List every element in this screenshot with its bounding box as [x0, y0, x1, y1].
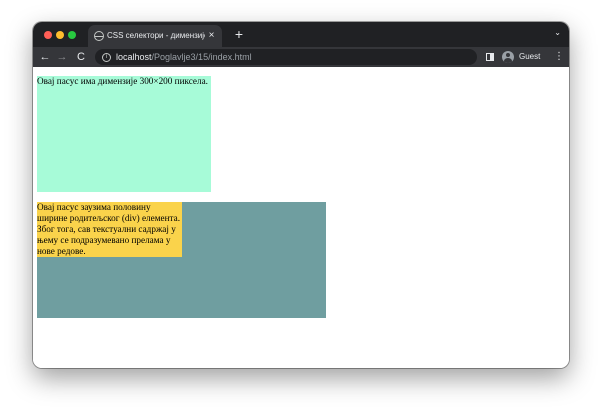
fixed-size-paragraph: Овај пасус има димензије 300×200 пиксела… — [37, 76, 211, 192]
browser-toolbar: ← → C i localhost/Poglavlje3/15/index.ht… — [33, 47, 569, 67]
url-host: localhost — [116, 52, 152, 62]
url-text[interactable]: localhost/Poglavlje3/15/index.html — [116, 52, 252, 62]
tab-active[interactable]: CSS селектори - димензије с × — [88, 25, 222, 47]
avatar-icon — [502, 51, 514, 63]
tab-title: CSS селектори - димензије с — [107, 31, 205, 40]
info-icon[interactable]: i — [102, 53, 111, 62]
new-tab-icon[interactable]: + — [232, 27, 246, 41]
side-panel-icon[interactable] — [486, 53, 494, 61]
tab-search-icon[interactable]: ⌄ — [554, 28, 561, 37]
url-path: /Poglavlje3/15/index.html — [151, 52, 252, 62]
more-icon[interactable]: ⋮ — [554, 50, 564, 64]
half-width-paragraph: Овај пасус заузима половину ширине родит… — [37, 202, 182, 257]
forward-icon[interactable]: → — [55, 50, 69, 64]
reload-icon[interactable]: C — [74, 50, 88, 64]
profile-button[interactable]: Guest — [499, 49, 547, 65]
tab-strip: CSS селектори - димензије с × + ⌄ — [33, 22, 569, 47]
profile-label: Guest — [519, 52, 541, 61]
back-icon[interactable]: ← — [38, 50, 52, 64]
browser-window: CSS селектори - димензије с × + ⌄ ← → C … — [33, 22, 569, 368]
maximize-window-button[interactable] — [68, 31, 76, 39]
parent-div: Овај пасус заузима половину ширине родит… — [37, 202, 326, 318]
close-window-button[interactable] — [44, 31, 52, 39]
close-icon[interactable]: × — [206, 30, 217, 41]
globe-icon — [94, 31, 104, 41]
address-bar[interactable]: i localhost/Poglavlje3/15/index.html — [95, 49, 477, 65]
page-viewport: Овај пасус има димензије 300×200 пиксела… — [33, 67, 569, 368]
minimize-window-button[interactable] — [56, 31, 64, 39]
